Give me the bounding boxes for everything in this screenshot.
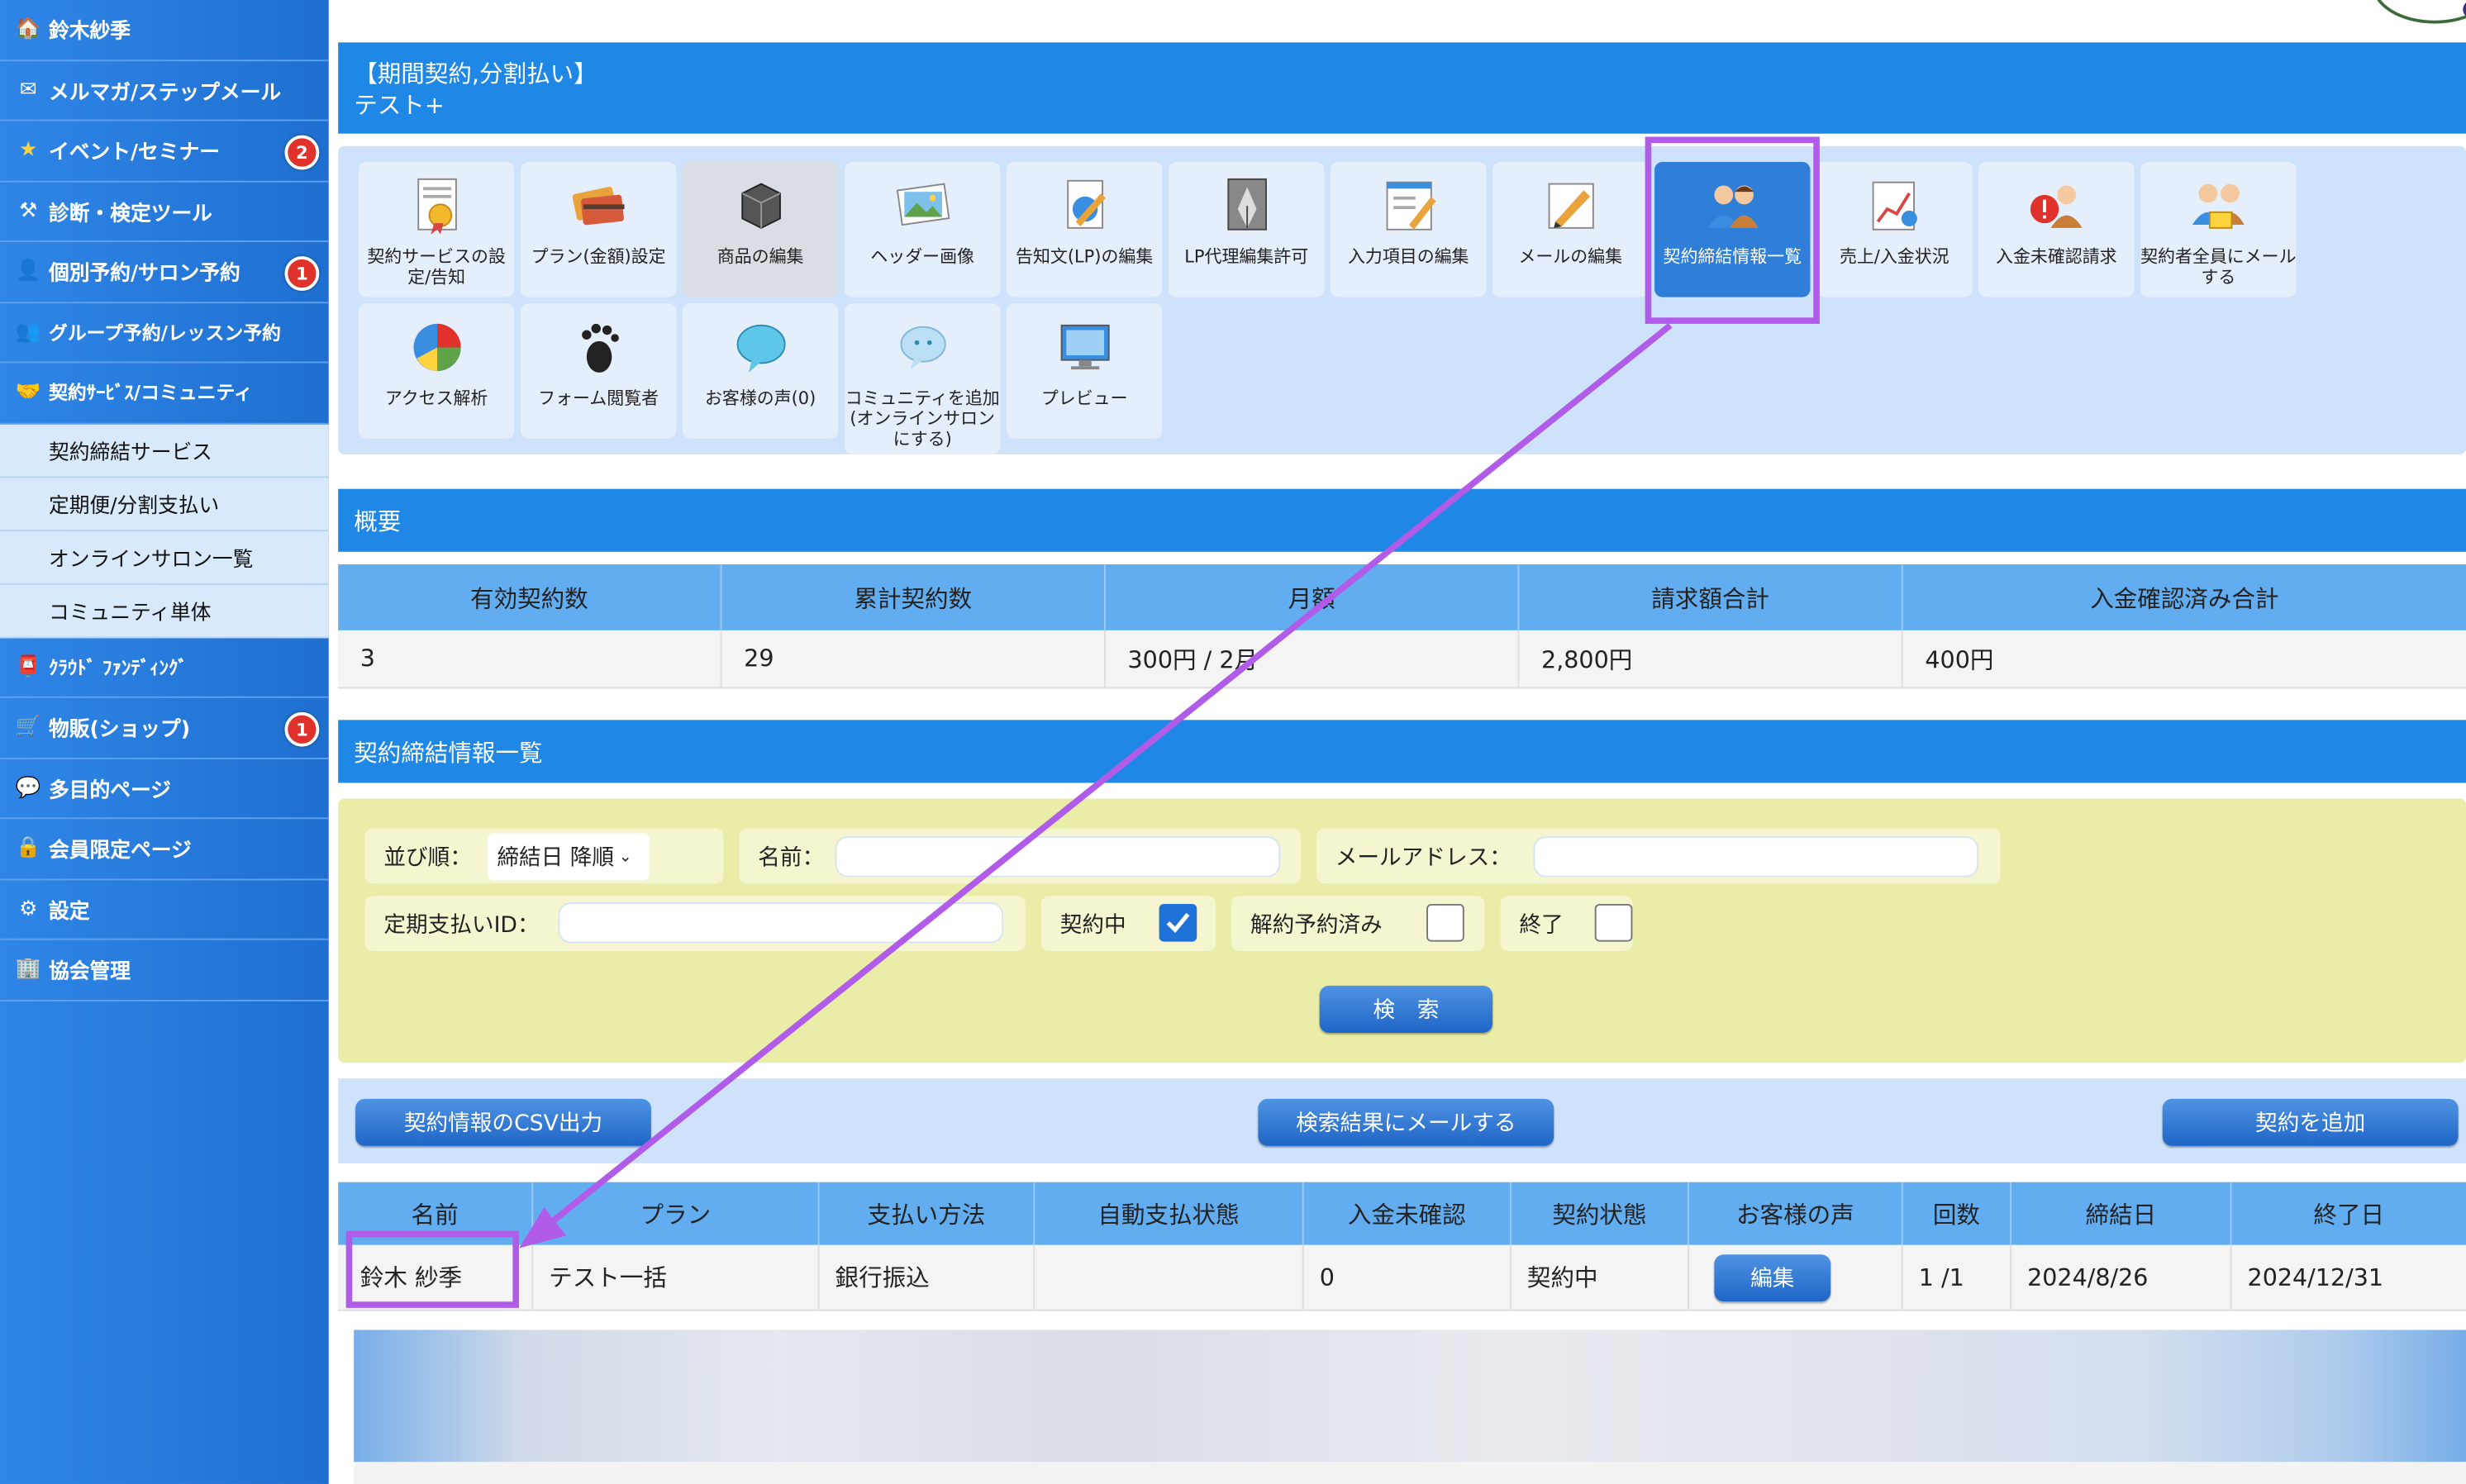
annotation-arrow [519,322,1673,1249]
arrow-line [540,322,1673,1232]
